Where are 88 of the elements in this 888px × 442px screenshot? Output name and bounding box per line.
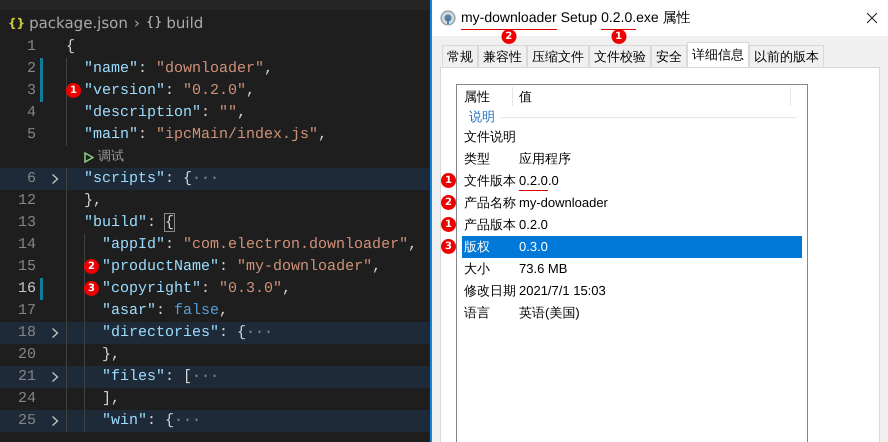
column-header[interactable]: 属性 [457,86,513,106]
property-name: 文件说明 [463,128,517,146]
braces-icon: {} [146,13,162,33]
chevron-icon: › [132,12,142,34]
line-number: 12 [16,190,36,211]
property-value: 73.6 MB [519,260,568,278]
line-number: 1 [26,36,36,57]
code-text: "scripts": {··· [84,168,220,189]
line-number: 13 [16,212,36,233]
line-number: 25 [16,410,36,431]
number-badge: 3 [441,239,456,254]
line-number: 5 [26,124,36,145]
property-value: 0.3.0 [519,238,548,256]
code-text: "productName": "my-downloader", [102,256,382,277]
number-badge: 1 [441,173,456,188]
property-name: 产品版本 [463,216,517,234]
property-row[interactable]: 语言 英语(美国) [462,302,802,324]
number-badge: 1 [611,28,626,44]
tab[interactable]: 详细信息 [687,42,749,67]
code-text: ], [102,388,120,409]
code-text: { [66,36,76,57]
chevron-icon[interactable] [50,173,58,185]
code-text: "win": {··· [102,410,202,431]
run-debug-link[interactable]: 调试 [84,147,124,167]
line-number: 20 [16,344,36,365]
tab[interactable]: 压缩文件 [527,45,589,67]
property-row[interactable]: 类型 应用程序 [462,148,802,170]
line-number: 3 [26,80,36,101]
line-number: 17 [16,300,36,321]
group-label: 说明 [469,108,495,126]
tab[interactable]: 常规 [442,45,478,67]
chevron-icon[interactable] [50,371,58,383]
installer-icon [440,10,456,26]
property-value: 0.2.0.0 [519,170,559,192]
code-text: "files": [··· [102,366,220,387]
breadcrumb-item[interactable]: build [166,12,204,34]
property-value: 0.2.0 [519,216,548,234]
number-badge: 2 [84,259,99,274]
line-number: 2 [26,58,36,79]
code-text: "version": "0.2.0", [84,80,256,101]
column-header[interactable]: 值 [513,86,791,106]
property-name: 类型 [463,150,491,168]
property-name: 版权 [463,238,491,256]
property-value: my-downloader [519,194,608,212]
property-value: 英语(美国) [519,304,580,322]
code-text: "directories": {··· [102,322,274,343]
property-row[interactable]: 大小 73.6 MB [462,258,802,280]
property-value: 应用程序 [519,150,571,168]
play-icon [84,152,94,162]
code-text: "name": "downloader", [84,58,274,79]
chevron-icon[interactable] [50,327,58,339]
braces-icon: {} [8,14,26,32]
code-text: "copyright": "0.3.0", [102,278,292,299]
property-name: 文件版本 [463,172,517,190]
property-name: 修改日期 [463,282,517,300]
code-text: }, [84,190,102,211]
tab[interactable]: 文件校验 [589,45,651,67]
number-badge: 1 [441,217,456,232]
code-text: }, [102,344,120,365]
tab[interactable]: 以前的版本 [749,45,824,67]
line-number: 6 [26,168,36,189]
property-name: 产品名称 [463,194,517,212]
number-badge: 1 [66,83,81,98]
close-icon[interactable] [866,12,878,24]
property-name: 大小 [463,260,491,278]
number-badge: 2 [501,28,516,44]
number-badge: 2 [441,195,456,210]
line-number: 16 [16,278,36,299]
property-value: 2021/7/1 15:03 [519,282,606,300]
number-badge: 3 [84,281,99,296]
code-text: "description": "", [84,102,246,123]
breadcrumb-item[interactable]: package.json [29,12,128,34]
tab[interactable]: 安全 [651,45,687,67]
line-number: 21 [16,366,36,387]
line-number: 14 [16,234,36,255]
code-text: "main": "ipcMain/index.js", [84,124,328,145]
line-number: 15 [16,256,36,277]
property-row[interactable]: 文件说明 [462,126,802,148]
property-name: 语言 [463,304,491,322]
chevron-icon[interactable] [50,415,58,427]
line-number: 4 [26,102,36,123]
line-number: 18 [16,322,36,343]
line-number: 24 [16,388,36,409]
code-text: "build": { [84,212,174,233]
code-text: "appId": "com.electron.downloader", [102,234,418,255]
tab[interactable]: 兼容性 [478,45,527,67]
code-text: "asar": false, [102,300,228,321]
property-row[interactable]: 修改日期 2021/7/1 15:03 [462,280,802,302]
